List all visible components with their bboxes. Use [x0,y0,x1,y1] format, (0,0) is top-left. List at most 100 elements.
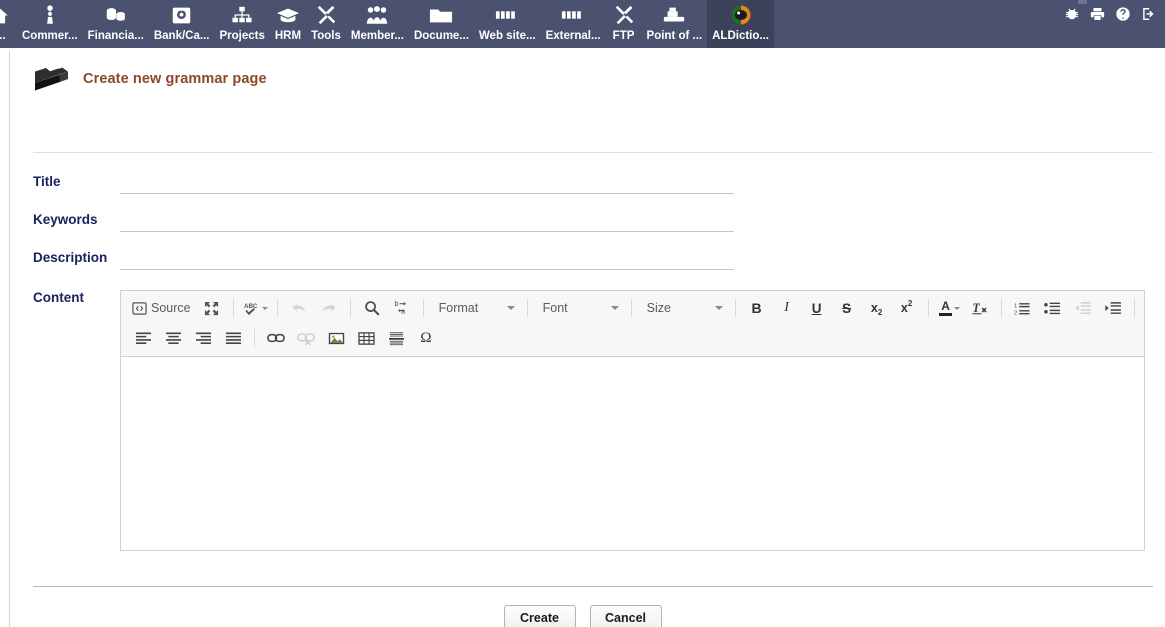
size-dropdown[interactable]: Size [640,296,727,320]
nav-item-web-sites[interactable]: Web site... [474,0,541,48]
nav-item-ftp[interactable]: FTP [606,0,642,48]
svg-text:T: T [973,301,981,315]
spellcheck-button[interactable]: ABC [240,296,271,320]
chevron-down-icon [610,306,619,310]
nav-item-commercial[interactable]: Commer... [17,0,83,48]
nav-item-label: Projects [219,30,265,42]
editor-toolbar: Source ABC b a Format Font Size B I U S … [121,291,1144,357]
increase-indent-button[interactable] [1098,296,1128,320]
header-divider [33,152,1153,153]
title-input[interactable] [120,166,734,194]
nav-item-aldictionary[interactable]: ALDictio... [707,0,774,48]
nav-notch [1078,0,1087,4]
nav-item-members[interactable]: Member... [346,0,409,48]
text-color-button[interactable]: A [935,296,965,320]
toolbar-separator [1000,299,1002,317]
description-input[interactable] [120,242,734,270]
nav-item-financial[interactable]: Financia... [83,0,149,48]
nav-item-bank-cash[interactable]: Bank/Ca... [149,0,215,48]
superscript-button[interactable]: x2 [892,296,922,320]
nav-item-label: FTP [612,30,635,42]
logout-icon[interactable] [1140,6,1157,27]
create-button[interactable]: Create [503,605,576,627]
replace-button[interactable]: ba [387,296,417,320]
nav-item-0[interactable]: t... [0,0,17,48]
svg-text:1: 1 [1014,303,1017,309]
redo-button[interactable] [314,296,344,320]
toolbar-separator [526,299,528,317]
form-action-buttons: Create Cancel [0,605,1165,627]
italic-button[interactable]: I [772,296,802,320]
description-label: Description [33,250,108,265]
toolbar-separator [630,299,632,317]
link-button[interactable] [261,326,291,350]
svg-text:2: 2 [1014,310,1017,315]
nav-item-label: Commer... [22,30,78,42]
unlink-button[interactable] [291,326,321,350]
toolbar-separator [927,299,929,317]
external-module-icon [560,3,586,27]
table-button[interactable] [351,326,381,350]
format-dropdown[interactable]: Format [432,296,519,320]
image-icon[interactable] [321,326,351,350]
bold-button[interactable]: B [742,296,772,320]
font-dropdown-label: Font [542,301,568,315]
source-button-label: Source [151,301,191,315]
nav-item-label: Financia... [87,30,144,42]
toolbar-separator [254,329,255,347]
nav-item-external-modules[interactable]: External... [541,0,606,48]
special-character-button[interactable]: Ω [411,326,441,350]
align-center-button[interactable] [158,326,188,350]
toolbar-separator [349,299,351,317]
subscript-button[interactable]: x2 [862,296,892,320]
nav-item-documents[interactable]: Docume... [409,0,474,48]
font-dropdown[interactable]: Font [536,296,623,320]
horizontal-rule-button[interactable] [381,326,411,350]
graduation-cap-icon [275,3,301,27]
align-justify-button[interactable] [218,326,248,350]
superscript-button-label: x [900,301,908,315]
svg-text:a: a [401,307,405,315]
nav-item-label: External... [545,30,601,42]
content-label: Content [33,290,84,305]
keywords-label: Keywords [33,212,98,227]
help-icon[interactable] [1115,6,1131,27]
person-tie-icon [37,3,63,27]
align-left-button[interactable] [128,326,158,350]
chevron-down-icon [506,306,515,310]
bulleted-list-button[interactable] [1038,296,1068,320]
nav-item-point-of-sale[interactable]: Point of ... [642,0,708,48]
chevron-down-icon [954,306,961,310]
remove-format-button[interactable]: T [965,296,995,320]
undo-button[interactable] [284,296,314,320]
nav-item-projects[interactable]: Projects [214,0,269,48]
editor-toolbar-row-2: Ω [121,323,1144,353]
nav-item-tools[interactable]: Tools [306,0,346,48]
svg-text:ABC: ABC [244,303,258,310]
bug-icon[interactable] [1064,6,1080,27]
strikethrough-button[interactable]: S [832,296,862,320]
cash-register-icon [661,3,687,27]
underline-button[interactable]: U [802,296,832,320]
page-header: Create new grammar page [33,64,267,94]
toolbar-separator [734,299,736,317]
format-dropdown-label: Format [438,301,479,315]
svg-text:b: b [394,300,398,308]
nav-item-label: Web site... [478,30,536,42]
text-color-button-label: A [941,299,950,314]
nav-item-hrm[interactable]: HRM [270,0,306,48]
maximize-button[interactable] [197,296,227,320]
decrease-indent-button[interactable] [1068,296,1098,320]
editor-content-area[interactable] [121,357,1144,550]
nav-item-label: Member... [350,30,404,42]
printer-icon[interactable] [1089,6,1106,27]
cancel-button[interactable]: Cancel [589,605,662,627]
align-right-button[interactable] [188,326,218,350]
find-button[interactable] [357,296,387,320]
keywords-input[interactable] [120,204,734,232]
nav-item-label: Bank/Ca... [153,30,210,42]
chevron-down-icon [261,306,268,310]
source-button[interactable]: Source [128,296,197,320]
title-label: Title [33,174,61,189]
numbered-list-button[interactable]: 12 [1008,296,1038,320]
